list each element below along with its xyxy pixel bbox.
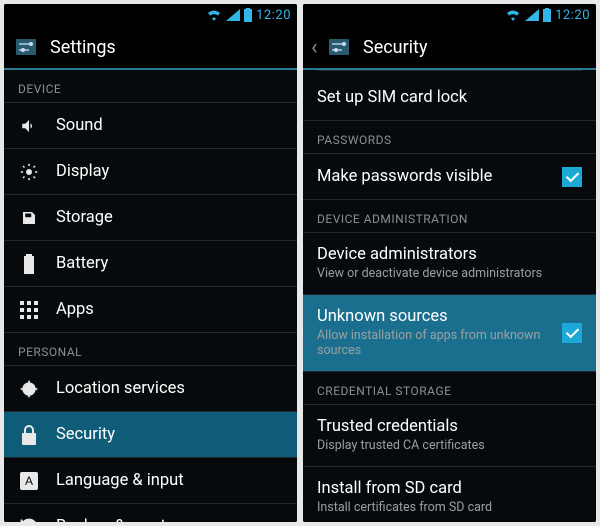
location-icon — [18, 379, 40, 399]
row-subtitle: Allow installation of apps from unknown … — [317, 328, 562, 359]
section-header: PERSONAL — [4, 333, 297, 366]
row-sim-lock[interactable]: Set up SIM card lock — [303, 75, 596, 121]
row-label: Location services — [56, 379, 185, 398]
row-subtitle: View or deactivate device administrators — [317, 266, 582, 282]
row-title: Make passwords visible — [317, 167, 562, 186]
row-label: Security — [56, 425, 115, 444]
row-pwd-visible[interactable]: Make passwords visible — [303, 154, 596, 200]
battery-icon — [18, 254, 40, 274]
app-bar: Settings — [4, 26, 297, 70]
sidebar-item-sound[interactable]: Sound — [4, 103, 297, 149]
row-title: Trusted credentials — [317, 417, 582, 436]
row-label: Language & input — [56, 471, 184, 490]
checkbox[interactable] — [562, 323, 582, 343]
checkbox[interactable] — [562, 167, 582, 187]
row-label: Backup & reset — [56, 517, 166, 522]
app-bar-title: Security — [363, 37, 427, 58]
row-install-sd[interactable]: Install from SD card Install certificates… — [303, 467, 596, 523]
apps-icon — [18, 301, 40, 319]
row-title: Device administrators — [317, 245, 582, 264]
back-icon[interactable]: ‹ — [311, 35, 321, 60]
row-label: Apps — [56, 300, 94, 319]
signal-icon — [525, 9, 539, 21]
battery-icon — [244, 8, 252, 22]
clock: 12:20 — [256, 8, 291, 23]
row-subtitle: Install certificates from SD card — [317, 500, 582, 516]
wifi-icon — [206, 9, 222, 21]
sidebar-item-security[interactable]: Security — [4, 412, 297, 458]
row-label: Sound — [56, 116, 103, 135]
sidebar-item-display[interactable]: Display — [4, 149, 297, 195]
row-title: Install from SD card — [317, 479, 582, 498]
security-screen: 12:20 ‹ Security Set up SIM card lock PAS… — [303, 4, 596, 522]
sidebar-item-language[interactable]: A Language & input — [4, 458, 297, 504]
settings-app-icon[interactable] — [325, 33, 353, 61]
clock: 12:20 — [555, 8, 590, 23]
sidebar-item-storage[interactable]: Storage — [4, 195, 297, 241]
storage-icon — [18, 209, 40, 227]
section-header: PASSWORDS — [303, 121, 596, 154]
section-header: DEVICE ADMINISTRATION — [303, 200, 596, 233]
security-list[interactable]: Set up SIM card lock PASSWORDS Make passwo… — [303, 70, 596, 522]
signal-icon — [226, 9, 240, 21]
sound-icon — [18, 117, 40, 135]
svg-text:A: A — [25, 474, 33, 488]
section-header: DEVICE — [4, 70, 297, 103]
sidebar-item-location[interactable]: Location services — [4, 366, 297, 412]
row-label: Display — [56, 162, 109, 181]
settings-screen: 12:20 Settings DEVICE Sound Display Storage… — [4, 4, 297, 522]
language-icon: A — [18, 472, 40, 490]
row-device-admins[interactable]: Device administrators View or deactivate … — [303, 233, 596, 295]
battery-icon — [543, 8, 551, 22]
row-unknown-sources[interactable]: Unknown sources Allow installation of app… — [303, 295, 596, 372]
backup-icon — [18, 517, 40, 523]
row-trusted-creds[interactable]: Trusted credentials Display trusted CA ce… — [303, 405, 596, 467]
app-bar-title: Settings — [50, 37, 116, 58]
wifi-icon — [505, 9, 521, 21]
sidebar-item-backup[interactable]: Backup & reset — [4, 504, 297, 522]
row-subtitle: Display trusted CA certificates — [317, 438, 582, 454]
status-bar: 12:20 — [4, 4, 297, 26]
settings-list[interactable]: DEVICE Sound Display Storage Battery Apps PERS… — [4, 70, 297, 522]
settings-app-icon — [12, 33, 40, 61]
app-bar: ‹ Security — [303, 26, 596, 70]
security-icon — [18, 425, 40, 445]
status-bar: 12:20 — [303, 4, 596, 26]
display-icon — [18, 163, 40, 181]
sidebar-item-apps[interactable]: Apps — [4, 287, 297, 333]
row-title: Set up SIM card lock — [317, 88, 582, 107]
section-header: CREDENTIAL STORAGE — [303, 372, 596, 405]
sidebar-item-battery[interactable]: Battery — [4, 241, 297, 287]
row-label: Storage — [56, 208, 113, 227]
row-title: Unknown sources — [317, 307, 562, 326]
row-label: Battery — [56, 254, 108, 273]
